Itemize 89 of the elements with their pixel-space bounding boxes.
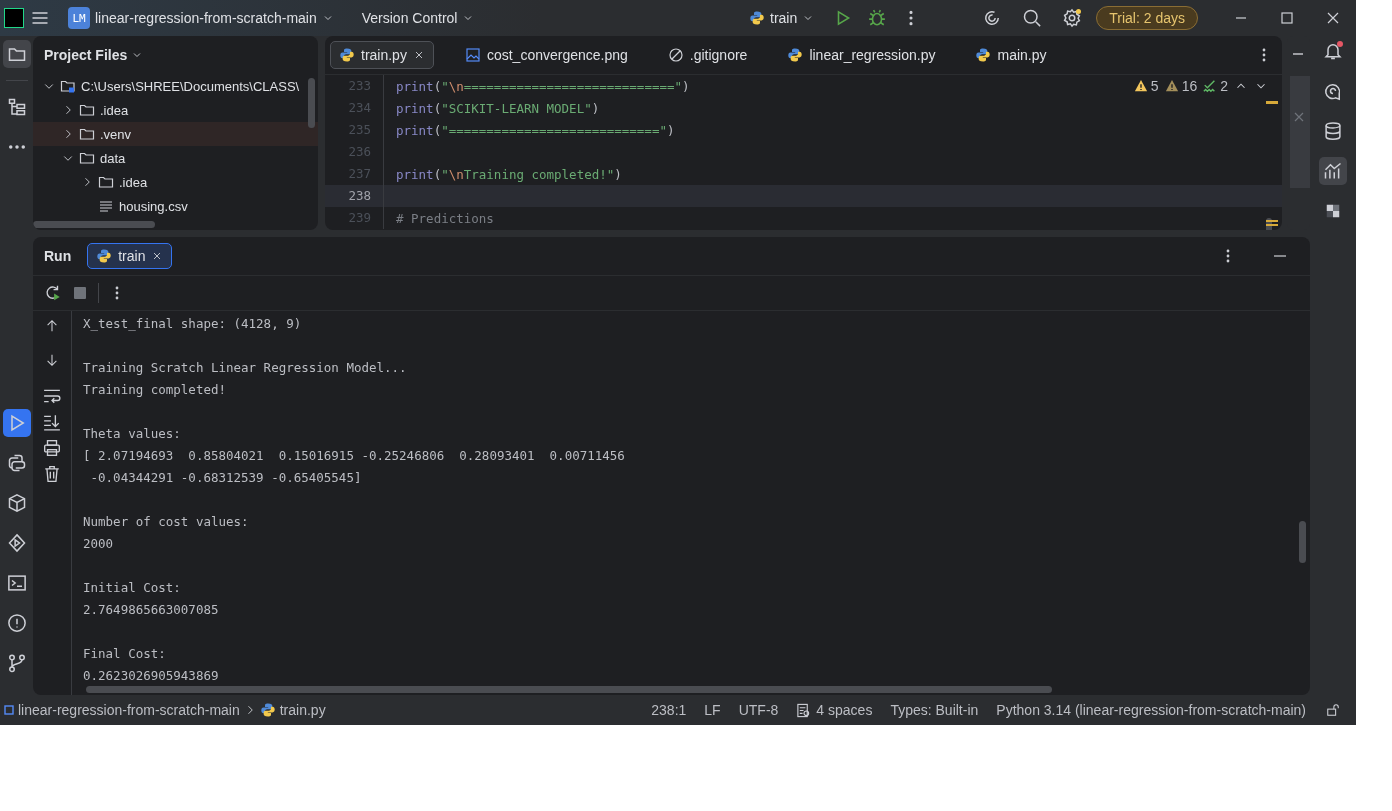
status-item[interactable]: Python 3.14 (linear-regression-from-scratch-main) xyxy=(996,702,1306,718)
python-icon xyxy=(339,47,355,63)
tree-item[interactable]: housing.csv xyxy=(33,194,318,218)
editor-tab[interactable]: main.py xyxy=(966,41,1056,69)
editor-tab[interactable]: linear_regression.py xyxy=(778,41,945,69)
stop-icon[interactable] xyxy=(72,285,88,301)
console-line: X_test_final shape: (4128, 9) xyxy=(83,315,302,333)
python-icon xyxy=(749,10,766,26)
code-line: # Predictions xyxy=(395,210,494,226)
warning-icon xyxy=(1133,79,1148,93)
console-line: 0.2623026905943869 xyxy=(83,667,219,685)
ignored-file-icon xyxy=(667,47,684,63)
line-number: 238 xyxy=(325,185,384,207)
status-item[interactable]: 4 spaces xyxy=(796,702,873,718)
indent-icon xyxy=(796,702,812,718)
soft-wrap-icon[interactable] xyxy=(43,387,61,405)
folder-icon xyxy=(79,150,95,166)
arrow-up-icon[interactable] xyxy=(45,319,59,333)
app-logo-icon xyxy=(4,8,24,28)
panel-title[interactable]: Project Files xyxy=(44,47,128,63)
console-line: Number of cost values: xyxy=(83,513,249,531)
vcs-menu[interactable]: Version Control xyxy=(355,6,481,30)
editor-tab[interactable]: cost_convergence.png xyxy=(455,41,637,69)
console-line: Training completed! xyxy=(83,381,226,399)
breadcrumb[interactable]: linear-regression-from-scratch-main xyxy=(18,702,240,718)
console-line: Training Scratch Linear Regression Model... xyxy=(83,359,407,377)
maximize-icon[interactable] xyxy=(1279,10,1295,26)
module-icon xyxy=(4,705,14,715)
arrow-down-icon[interactable] xyxy=(45,353,59,367)
status-item[interactable]: 238:1 xyxy=(651,702,687,718)
scrollbar[interactable] xyxy=(33,221,155,228)
code-line: print("\n============================") xyxy=(395,78,690,94)
settings-icon[interactable] xyxy=(1062,8,1083,28)
run-config-selector[interactable]: train xyxy=(743,6,821,30)
text-file-icon xyxy=(98,198,114,214)
folder-icon xyxy=(60,78,76,94)
python-icon xyxy=(787,47,804,63)
status-item[interactable]: Types: Built-in xyxy=(890,702,979,718)
code-line: print("\nTraining completed!") xyxy=(395,166,622,182)
console-line: Final Cost: xyxy=(83,645,166,663)
error-count[interactable]: 5 xyxy=(1133,78,1159,94)
panel-title: Run xyxy=(44,248,72,264)
warning-count[interactable]: 16 xyxy=(1164,78,1198,94)
editor-tab[interactable]: .gitignore xyxy=(658,41,757,69)
typo-count[interactable]: 2 xyxy=(1203,78,1228,94)
search-icon[interactable] xyxy=(1022,8,1043,28)
image-file-icon xyxy=(464,47,481,63)
scroll-to-end-icon[interactable] xyxy=(43,413,61,431)
bell-drawing xyxy=(1323,41,1343,61)
scrollbar[interactable] xyxy=(1299,521,1306,563)
python-icon xyxy=(975,47,992,63)
status-item[interactable]: LF xyxy=(704,702,721,718)
code-line: print("============================") xyxy=(395,122,675,138)
bug-icon[interactable] xyxy=(868,9,887,27)
run-tab[interactable]: train xyxy=(87,243,173,269)
console-line: -0.04344291 -0.68312539 -0.65405545] xyxy=(89,469,362,487)
console-line: [ 2.07194693 0.85804021 0.15016915 -0.25246806 0.28093401 0.00711456 xyxy=(83,447,625,465)
print-icon[interactable] xyxy=(43,439,61,457)
warning-marker[interactable] xyxy=(1266,220,1278,226)
console-line: 2000 xyxy=(83,535,114,553)
rerun-icon[interactable] xyxy=(44,284,62,302)
tree-item[interactable]: data xyxy=(33,146,318,170)
close-icon[interactable] xyxy=(1325,10,1341,26)
lock-icon[interactable] xyxy=(1326,703,1340,717)
console-line: Initial Cost: xyxy=(83,579,181,597)
status-item[interactable]: UTF-8 xyxy=(738,702,779,718)
warning-icon xyxy=(1164,79,1179,93)
code-line: print("SCIKIT-LEARN MODEL") xyxy=(395,100,600,116)
tree-item[interactable]: .idea xyxy=(33,170,318,194)
python-icon xyxy=(96,248,113,264)
trial-badge[interactable]: Trial: 2 days xyxy=(1096,6,1198,30)
tree-item[interactable]: .venv xyxy=(33,122,318,146)
folder-icon xyxy=(79,102,95,118)
trash-icon[interactable] xyxy=(43,465,61,483)
folder-icon xyxy=(79,126,95,142)
editor-tab[interactable]: train.py xyxy=(330,41,434,69)
tree-item[interactable]: C:\Users\SHREE\Documents\CLASS\ xyxy=(33,74,318,98)
project-selector[interactable]: LM linear-regression-from-scratch-main xyxy=(62,3,340,33)
scrollbar[interactable] xyxy=(86,686,1052,693)
tree-item[interactable]: .idea xyxy=(33,98,318,122)
minimize-icon[interactable] xyxy=(1292,50,1304,58)
console-line: Theta values: xyxy=(83,425,181,443)
scrollbar[interactable] xyxy=(308,78,315,128)
check-icon xyxy=(1203,79,1218,93)
folder-icon xyxy=(98,174,114,190)
breadcrumb[interactable]: train.py xyxy=(279,702,326,718)
warning-marker[interactable] xyxy=(1266,101,1278,104)
python-icon xyxy=(259,702,276,718)
console-line: 2.7649865663007085 xyxy=(83,601,219,619)
